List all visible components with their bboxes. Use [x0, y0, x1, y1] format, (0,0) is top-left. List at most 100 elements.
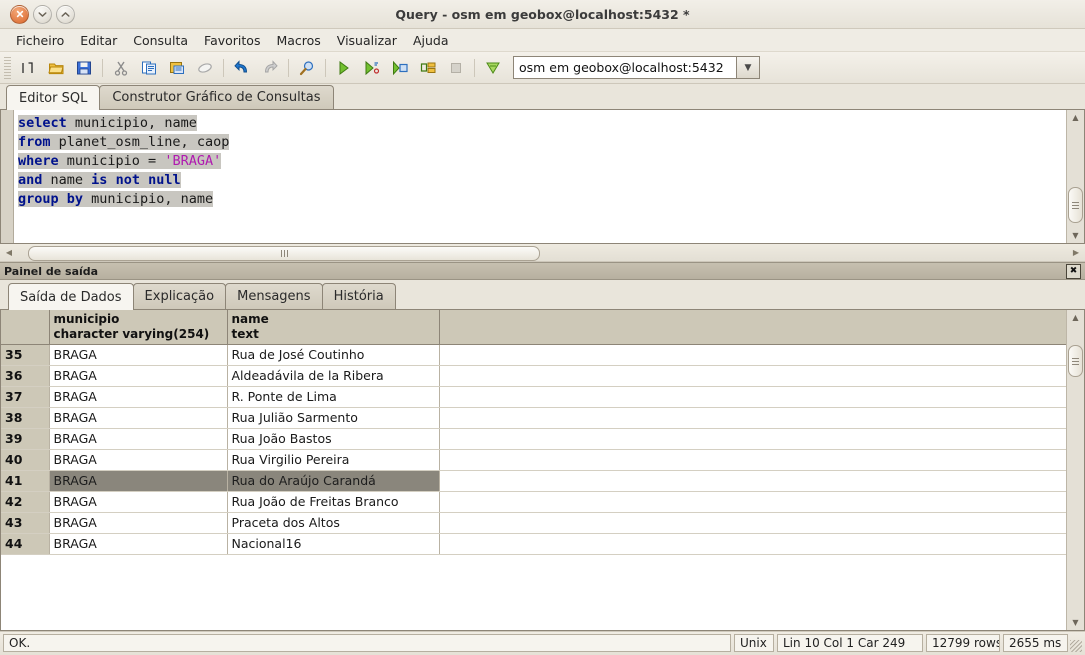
row-number-cell[interactable]: 35 — [1, 344, 50, 366]
cell-name[interactable]: Rua de José Coutinho — [227, 344, 440, 366]
menu-visualizar[interactable]: Visualizar — [329, 31, 405, 50]
close-button[interactable] — [10, 4, 29, 24]
grid-scroll-track-bottom[interactable] — [1068, 377, 1083, 615]
open-file-icon[interactable] — [42, 55, 70, 81]
table-row[interactable]: 41 BRAGA Rua do Araújo Carandá — [1, 470, 1066, 492]
minimize-button[interactable] — [33, 4, 52, 24]
cell-municipio[interactable]: BRAGA — [49, 449, 228, 471]
close-panel-icon[interactable]: ✖ — [1066, 263, 1081, 279]
cell-municipio[interactable]: BRAGA — [49, 344, 228, 366]
execute-query-icon[interactable] — [330, 55, 358, 81]
row-number-cell[interactable]: 36 — [1, 365, 50, 387]
editor-hscroll-track[interactable] — [16, 246, 1069, 261]
macro-icon[interactable] — [479, 55, 507, 81]
connection-combo[interactable]: osm em geobox@localhost:5432 ▼ — [513, 56, 760, 79]
scroll-left-icon[interactable]: ◀ — [2, 246, 16, 260]
scroll-right-icon[interactable]: ▶ — [1069, 246, 1083, 260]
cell-name[interactable]: Rua Julião Sarmento — [227, 407, 440, 429]
table-row[interactable]: 39 BRAGA Rua João Bastos — [1, 428, 1066, 450]
table-row[interactable]: 36 BRAGA Aldeadávila de la Ribera — [1, 365, 1066, 387]
new-query-icon[interactable] — [14, 55, 42, 81]
tab-editor-sql[interactable]: Editor SQL — [6, 85, 101, 110]
tab-explicacao[interactable]: Explicação — [132, 283, 227, 309]
cell-municipio[interactable]: BRAGA — [49, 512, 228, 534]
cut-icon[interactable] — [107, 55, 135, 81]
connection-value[interactable]: osm em geobox@localhost:5432 — [513, 56, 736, 79]
menu-ajuda[interactable]: Ajuda — [405, 31, 457, 50]
row-number-cell[interactable]: 42 — [1, 491, 50, 513]
row-number-cell[interactable]: 41 — [1, 470, 50, 492]
row-number-cell[interactable]: 43 — [1, 512, 50, 534]
window-resize-grip[interactable] — [1070, 640, 1082, 652]
table-row[interactable]: 40 BRAGA Rua Virgilio Pereira — [1, 449, 1066, 471]
save-file-icon[interactable] — [70, 55, 98, 81]
grid-scroll-down-icon[interactable]: ▼ — [1068, 615, 1083, 630]
table-row[interactable]: 38 BRAGA Rua Julião Sarmento — [1, 407, 1066, 429]
menu-ficheiro[interactable]: Ficheiro — [8, 31, 72, 50]
grid-scroll-track-top[interactable] — [1068, 325, 1083, 345]
cell-name[interactable]: Nacional16 — [227, 533, 440, 555]
cell-municipio[interactable]: BRAGA — [49, 428, 228, 450]
explain-query-icon[interactable] — [386, 55, 414, 81]
tab-saida-de-dados[interactable]: Saída de Dados — [8, 283, 134, 310]
explain-analyze-icon[interactable] — [414, 55, 442, 81]
cell-municipio[interactable]: BRAGA — [49, 386, 228, 408]
cell-municipio[interactable]: BRAGA — [49, 533, 228, 555]
menu-editar[interactable]: Editar — [72, 31, 125, 50]
table-row[interactable]: 37 BRAGA R. Ponte de Lima — [1, 386, 1066, 408]
paste-icon[interactable] — [163, 55, 191, 81]
cell-municipio[interactable]: BRAGA — [49, 470, 228, 492]
scroll-down-icon[interactable]: ▼ — [1068, 228, 1083, 243]
chevron-down-icon[interactable]: ▼ — [736, 56, 760, 79]
grid-scroll-up-icon[interactable]: ▲ — [1068, 310, 1083, 325]
cell-municipio[interactable]: BRAGA — [49, 407, 228, 429]
copy-icon[interactable] — [135, 55, 163, 81]
column-header-name[interactable]: name text — [227, 310, 440, 345]
undo-icon[interactable] — [228, 55, 256, 81]
editor-scroll-track-top[interactable] — [1068, 125, 1083, 187]
cell-name[interactable]: Rua João de Freitas Branco — [227, 491, 440, 513]
cell-name[interactable]: R. Ponte de Lima — [227, 386, 440, 408]
column-header-municipio[interactable]: municipio character varying(254) — [49, 310, 228, 345]
execute-to-file-icon[interactable] — [358, 55, 386, 81]
data-grid[interactable]: municipio character varying(254) name te… — [0, 310, 1085, 631]
find-replace-icon[interactable] — [293, 55, 321, 81]
sql-editor[interactable]: select municipio, name from planet_osm_l… — [0, 110, 1085, 244]
menu-favoritos[interactable]: Favoritos — [196, 31, 268, 50]
cell-municipio[interactable]: BRAGA — [49, 491, 228, 513]
cell-name[interactable]: Rua Virgilio Pereira — [227, 449, 440, 471]
scroll-up-icon[interactable]: ▲ — [1068, 110, 1083, 125]
editor-hscroll-thumb[interactable] — [28, 246, 540, 261]
row-number-cell[interactable]: 40 — [1, 449, 50, 471]
redo-icon[interactable] — [256, 55, 284, 81]
row-number-cell[interactable]: 39 — [1, 428, 50, 450]
erase-icon[interactable] — [191, 55, 219, 81]
sql-text[interactable]: select municipio, name from planet_osm_l… — [14, 110, 1066, 243]
editor-vertical-scrollbar[interactable]: ▲ ▼ — [1066, 110, 1084, 243]
select-all-corner[interactable] — [1, 310, 50, 345]
row-number-cell[interactable]: 38 — [1, 407, 50, 429]
grid-vertical-scrollbar[interactable]: ▲ ▼ — [1066, 310, 1084, 630]
tab-construtor-grafico[interactable]: Construtor Gráfico de Consultas — [99, 85, 334, 109]
row-number-cell[interactable]: 44 — [1, 533, 50, 555]
toolbar-drag-handle[interactable] — [4, 56, 11, 79]
stop-query-icon[interactable] — [442, 55, 470, 81]
editor-scroll-thumb[interactable] — [1068, 187, 1083, 223]
table-row[interactable]: 44 BRAGA Nacional16 — [1, 533, 1066, 555]
editor-horizontal-scrollbar[interactable]: ◀ ▶ — [0, 244, 1085, 262]
grid-scroll-thumb[interactable] — [1068, 345, 1083, 377]
data-grid-viewport[interactable]: municipio character varying(254) name te… — [1, 310, 1066, 630]
table-row[interactable]: 43 BRAGA Praceta dos Altos — [1, 512, 1066, 534]
row-number-cell[interactable]: 37 — [1, 386, 50, 408]
cell-name[interactable]: Aldeadávila de la Ribera — [227, 365, 440, 387]
menu-consulta[interactable]: Consulta — [125, 31, 196, 50]
cell-municipio[interactable]: BRAGA — [49, 365, 228, 387]
cell-name[interactable]: Rua do Araújo Carandá — [227, 470, 440, 492]
maximize-button[interactable] — [56, 4, 75, 24]
table-row[interactable]: 42 BRAGA Rua João de Freitas Branco — [1, 491, 1066, 513]
menu-macros[interactable]: Macros — [268, 31, 328, 50]
table-row[interactable]: 35 BRAGA Rua de José Coutinho — [1, 344, 1066, 366]
tab-mensagens[interactable]: Mensagens — [225, 283, 323, 309]
cell-name[interactable]: Rua João Bastos — [227, 428, 440, 450]
cell-name[interactable]: Praceta dos Altos — [227, 512, 440, 534]
